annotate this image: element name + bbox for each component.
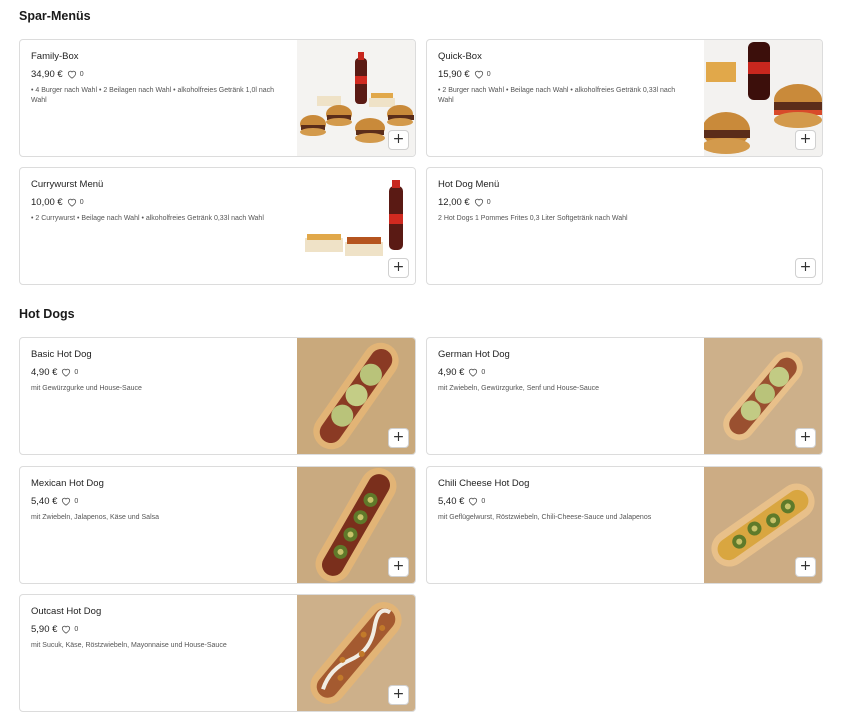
item-description: • 2 Burger nach Wahl • Beilage nach Wahl… (438, 87, 676, 104)
like-count: 0 (74, 498, 79, 505)
like-count: 0 (79, 199, 84, 206)
item-description: 2 Hot Dogs 1 Pommes Frites 0,3 Liter Sof… (438, 215, 628, 222)
item-description: • 2 Currywurst • Beilage nach Wahl • alk… (31, 215, 264, 222)
add-button[interactable]: + (795, 557, 816, 577)
menu-item-outcast-hot-dog[interactable]: Outcast Hot Dog 5,90 € 0 mit Sucuk, Käse… (19, 594, 416, 712)
like-count: 0 (481, 498, 486, 505)
heart-icon[interactable] (61, 625, 71, 634)
heart-icon[interactable] (468, 368, 478, 377)
item-price: 4,90 € (31, 367, 58, 378)
like-count: 0 (74, 626, 79, 633)
add-button[interactable]: + (388, 258, 409, 278)
item-name: Mexican Hot Dog (31, 478, 104, 489)
add-button[interactable]: + (795, 428, 816, 448)
item-description: • 4 Burger nach Wahl • 2 Beilagen nach W… (31, 87, 275, 104)
item-price: 34,90 € (31, 69, 63, 80)
item-description: mit Zwiebeln, Gewürzgurke, Senf und Hous… (438, 385, 600, 392)
item-price: 5,40 € (31, 496, 58, 507)
add-button[interactable]: + (795, 258, 816, 278)
item-name: Quick-Box (438, 51, 482, 62)
item-name: Hot Dog Menü (438, 179, 500, 190)
like-count: 0 (481, 369, 486, 376)
heart-icon[interactable] (468, 497, 478, 506)
item-description: mit Zwiebeln, Jalapenos, Käse und Salsa (31, 514, 160, 521)
like-count: 0 (74, 369, 79, 376)
add-button[interactable]: + (388, 130, 409, 150)
add-button[interactable]: + (795, 130, 816, 150)
add-button[interactable]: + (388, 557, 409, 577)
item-name: Currywurst Menü (31, 179, 104, 190)
menu-item-family-box[interactable]: Family-Box 34,90 € 0 • 4 Burger nach Wah… (19, 39, 416, 157)
item-price: 5,90 € (31, 624, 58, 635)
item-description: mit Gewürzgurke und House-Sauce (31, 385, 142, 392)
menu-item-german-hot-dog[interactable]: German Hot Dog 4,90 € 0 mit Zwiebeln, Ge… (426, 337, 823, 455)
item-price: 12,00 € (438, 197, 470, 208)
heart-icon[interactable] (67, 70, 77, 79)
add-button[interactable]: + (388, 428, 409, 448)
item-description: mit Sucuk, Käse, Röstzwiebeln, Mayonnais… (31, 642, 227, 649)
item-description: mit Geflügelwurst, Röstzwiebeln, Chili-C… (438, 514, 652, 521)
heart-icon[interactable] (61, 497, 71, 506)
like-count: 0 (79, 71, 84, 78)
item-price: 4,90 € (438, 367, 465, 378)
item-price: 10,00 € (31, 197, 63, 208)
heart-icon[interactable] (474, 70, 484, 79)
like-count: 0 (486, 71, 491, 78)
heart-icon[interactable] (67, 198, 77, 207)
menu-item-hot-dog-menu[interactable]: Hot Dog Menü 12,00 € 0 2 Hot Dogs 1 Pomm… (426, 167, 823, 285)
item-name: Chili Cheese Hot Dog (438, 478, 530, 489)
menu-item-basic-hot-dog[interactable]: Basic Hot Dog 4,90 € 0 mit Gewürzgurke u… (19, 337, 416, 455)
menu-item-mexican-hot-dog[interactable]: Mexican Hot Dog 5,40 € 0 mit Zwiebeln, J… (19, 466, 416, 584)
item-name: Family-Box (31, 51, 79, 62)
item-name: German Hot Dog (438, 349, 510, 360)
section-title-spar-menus: Spar-Menüs (19, 9, 91, 23)
menu-item-quick-box[interactable]: Quick-Box 15,90 € 0 • 2 Burger nach Wahl… (426, 39, 823, 157)
section-title-hot-dogs: Hot Dogs (19, 307, 75, 321)
item-price: 5,40 € (438, 496, 465, 507)
like-count: 0 (486, 199, 491, 206)
heart-icon[interactable] (474, 198, 484, 207)
add-button[interactable]: + (388, 685, 409, 705)
heart-icon[interactable] (61, 368, 71, 377)
item-name: Outcast Hot Dog (31, 606, 102, 617)
item-price: 15,90 € (438, 69, 470, 80)
menu-item-currywurst-menu[interactable]: Currywurst Menü 10,00 € 0 • 2 Currywurst… (19, 167, 416, 285)
item-name: Basic Hot Dog (31, 349, 92, 360)
menu-item-chili-cheese-hot-dog[interactable]: Chili Cheese Hot Dog 5,40 € 0 mit Geflüg… (426, 466, 823, 584)
